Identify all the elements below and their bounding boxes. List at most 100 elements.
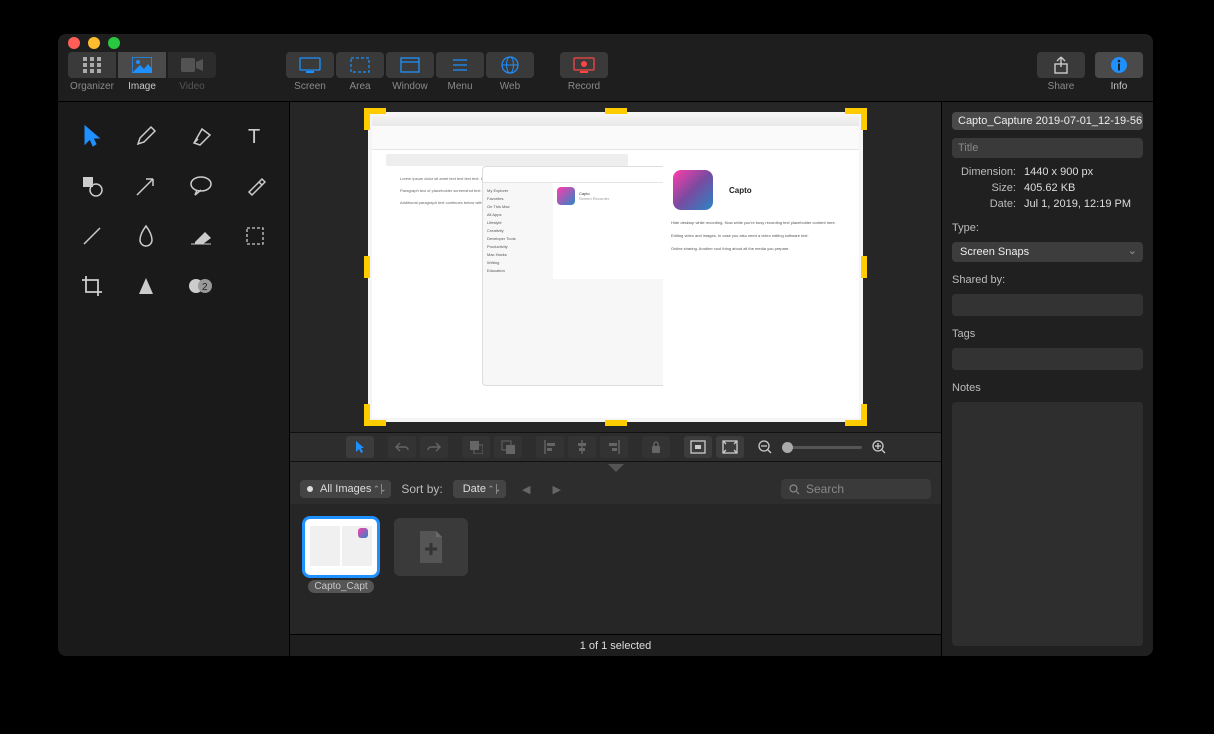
crop-handle[interactable] [861, 108, 867, 130]
minimize-dot[interactable] [88, 37, 100, 49]
status-bar: 1 of 1 selected [290, 634, 941, 656]
selection-tool[interactable] [231, 216, 279, 256]
tray-toggle[interactable] [290, 462, 941, 474]
organizer-button[interactable]: Organizer [68, 52, 116, 92]
globe-icon [501, 56, 519, 74]
images-filter-select[interactable]: All Images⌃⌄ [300, 480, 391, 498]
align-right-button[interactable] [600, 436, 628, 458]
crop-handle[interactable] [605, 420, 627, 426]
actual-size-button[interactable] [684, 436, 712, 458]
titlebar [58, 34, 1153, 52]
view-mode-group: Organizer Image Video [68, 52, 216, 92]
screen-button[interactable]: Screen [286, 52, 334, 92]
canvas-area[interactable]: Lorem ipsum dolor sit amet text text tex… [290, 102, 941, 432]
thumbnail-caption: Capto_Capt [308, 580, 373, 593]
search-field[interactable]: Search [781, 479, 931, 499]
menu-button[interactable]: Menu [436, 52, 484, 92]
fit-button[interactable] [716, 436, 744, 458]
video-button[interactable]: Video [168, 52, 216, 92]
area-icon [350, 57, 370, 73]
area-button[interactable]: Area [336, 52, 384, 92]
app-window: Organizer Image Video Screen Area [58, 34, 1153, 656]
filename-chip[interactable]: Capto_Capture 2019-07-01_12-19-56 [952, 112, 1143, 130]
line-tool[interactable] [68, 216, 116, 256]
spotlight-tool[interactable] [122, 266, 170, 306]
next-arrow[interactable]: ▶ [546, 483, 566, 496]
window-icon [400, 57, 420, 73]
grid-icon [83, 57, 101, 73]
crop-handle[interactable] [364, 108, 370, 130]
video-label: Video [179, 81, 204, 92]
align-left-button[interactable] [536, 436, 564, 458]
info-button[interactable]: Info [1095, 52, 1143, 92]
marker-tool[interactable] [231, 166, 279, 206]
toolbar: Organizer Image Video Screen Area [58, 52, 1153, 102]
crop-handle[interactable] [605, 108, 627, 114]
info-icon [1110, 56, 1128, 74]
sort-by-label: Sort by: [401, 482, 442, 496]
shared-by-field[interactable] [952, 294, 1143, 316]
shared-by-label: Shared by: [952, 274, 1143, 286]
step-tool[interactable]: 2 [177, 266, 225, 306]
pointer-tool[interactable] [68, 116, 116, 156]
undo-button[interactable] [388, 436, 416, 458]
date-value: Jul 1, 2019, 12:19 PM [1024, 198, 1143, 210]
pen-tool[interactable] [177, 116, 225, 156]
crop-handle[interactable] [861, 404, 867, 426]
bring-forward-button[interactable] [462, 436, 490, 458]
notes-field[interactable] [952, 402, 1143, 646]
align-center-button[interactable] [568, 436, 596, 458]
filter-bar: All Images⌃⌄ Sort by: Date⌃⌄ ◀ ▶ Search [290, 474, 941, 504]
canvas[interactable]: Lorem ipsum dolor sit amet text text tex… [368, 112, 863, 422]
lock-button[interactable] [642, 436, 670, 458]
share-button[interactable]: Share [1037, 52, 1085, 92]
add-file-icon [416, 529, 446, 565]
inspector-panel: Capto_Capture 2019-07-01_12-19-56 Title … [941, 102, 1153, 656]
notes-label: Notes [952, 382, 1143, 394]
shapes-tool[interactable] [68, 166, 116, 206]
crop-handle[interactable] [364, 256, 370, 278]
canvas-pointer-button[interactable] [346, 436, 374, 458]
window-button[interactable]: Window [386, 52, 434, 92]
eraser-tool[interactable] [177, 216, 225, 256]
screenshot-preview: Lorem ipsum dolor sit amet text text tex… [372, 116, 859, 418]
text-tool[interactable]: T [231, 116, 279, 156]
title-field[interactable]: Title [952, 138, 1143, 158]
arrow-tool[interactable] [122, 166, 170, 206]
crop-handle[interactable] [364, 404, 370, 426]
add-thumbnail[interactable] [394, 518, 468, 576]
zoom-slider[interactable] [782, 446, 862, 449]
svg-text:T: T [248, 126, 260, 147]
prev-arrow[interactable]: ◀ [516, 483, 536, 496]
tags-field[interactable] [952, 348, 1143, 370]
callout-tool[interactable] [177, 166, 225, 206]
svg-text:2: 2 [202, 282, 208, 293]
zoom-in-icon[interactable] [872, 440, 886, 454]
screen-icon [299, 57, 321, 73]
blur-tool[interactable] [122, 216, 170, 256]
image-button[interactable]: Image [118, 52, 166, 92]
zoom-dot[interactable] [108, 37, 120, 49]
menu-icon [451, 57, 469, 73]
zoom-out-icon[interactable] [758, 440, 772, 454]
capture-group: Screen Area Window Menu Web [286, 52, 534, 92]
record-icon [573, 57, 595, 73]
crop-handle[interactable] [861, 256, 867, 278]
center-panel: Lorem ipsum dolor sit amet text text tex… [290, 102, 941, 656]
pencil-tool[interactable] [122, 116, 170, 156]
type-select[interactable]: Screen Snaps [952, 242, 1143, 262]
web-button[interactable]: Web [486, 52, 534, 92]
thumbnail-item[interactable]: Capto_Capt [304, 518, 378, 593]
image-label: Image [128, 81, 156, 92]
metadata: Dimension: 1440 x 900 px Size: 405.62 KB… [952, 166, 1143, 210]
size-value: 405.62 KB [1024, 182, 1143, 194]
close-dot[interactable] [68, 37, 80, 49]
thumbnail-tray: Capto_Capt [290, 504, 941, 634]
canvas-controls [290, 432, 941, 462]
redo-button[interactable] [420, 436, 448, 458]
search-icon [789, 484, 800, 495]
record-button[interactable]: Record [560, 52, 608, 92]
crop-tool[interactable] [68, 266, 116, 306]
sort-select[interactable]: Date⌃⌄ [453, 480, 506, 498]
send-backward-button[interactable] [494, 436, 522, 458]
